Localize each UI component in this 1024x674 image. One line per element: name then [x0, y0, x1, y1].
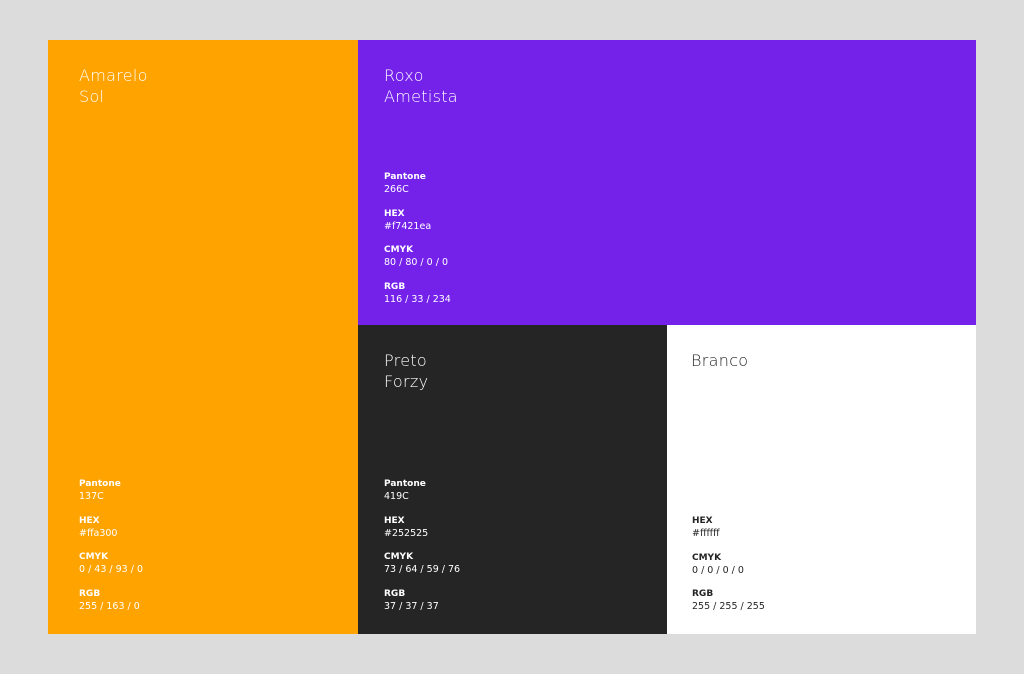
swatch-roxo-ametista: Roxo Ametista Pantone 266C HEX #f7421ea … — [358, 40, 976, 325]
spec-value: 0 / 43 / 93 / 0 — [79, 564, 143, 575]
swatch-name: Amarelo Sol — [79, 65, 148, 107]
spec-value: 255 / 255 / 255 — [692, 601, 765, 612]
spec-label: RGB — [384, 281, 406, 292]
spec-rgb: RGB 116 / 33 / 234 — [384, 281, 451, 318]
swatch-specs: HEX #ffffff CMYK 0 / 0 / 0 / 0 RGB 255 /… — [692, 515, 765, 625]
swatch-name: Preto Forzy — [384, 350, 428, 392]
spec-value: 137C — [79, 491, 104, 502]
swatch-name-line2: Forzy — [384, 372, 429, 391]
swatch-preto-forzy: Preto Forzy Pantone 419C HEX #252525 CMY… — [358, 325, 667, 634]
spec-value: 73 / 64 / 59 / 76 — [384, 564, 461, 575]
swatch-name: Roxo Ametista — [384, 65, 458, 107]
swatch-specs: Pantone 266C HEX #f7421ea CMYK 80 / 80 /… — [384, 171, 451, 317]
spec-rgb: RGB 37 / 37 / 37 — [384, 588, 460, 625]
swatch-specs: Pantone 419C HEX #252525 CMYK 73 / 64 / … — [384, 478, 460, 624]
spec-value: #252525 — [384, 527, 429, 539]
swatch-name-line2: Sol — [79, 87, 105, 106]
spec-cmyk: CMYK 0 / 0 / 0 / 0 — [692, 552, 765, 589]
swatch-branco: Branco HEX #ffffff CMYK 0 / 0 / 0 / 0 RG… — [667, 325, 976, 634]
spec-hex: HEX #ffa300 — [79, 515, 143, 552]
spec-label: CMYK — [79, 552, 109, 562]
swatch-amarelo-sol: Amarelo Sol Pantone 137C HEX #ffa300 CMY… — [48, 40, 358, 634]
spec-cmyk: CMYK 0 / 43 / 93 / 0 — [79, 551, 143, 588]
spec-rgb: RGB 255 / 255 / 255 — [692, 588, 765, 625]
spec-hex: HEX #252525 — [384, 515, 460, 552]
swatch-name-line1: Roxo — [384, 66, 424, 85]
spec-label: CMYK — [384, 245, 414, 255]
spec-value: 0 / 0 / 0 / 0 — [692, 564, 744, 576]
spec-label: RGB — [79, 588, 101, 599]
swatch-name-line1: Preto — [384, 351, 427, 370]
swatch-name: Branco — [691, 350, 748, 371]
spec-pantone: Pantone 137C — [79, 478, 143, 515]
spec-hex: HEX #f7421ea — [384, 208, 451, 245]
spec-label: RGB — [384, 588, 406, 599]
spec-value: 37 / 37 / 37 — [384, 600, 439, 612]
spec-pantone: Pantone 419C — [384, 478, 460, 515]
spec-value: 266C — [384, 184, 409, 195]
spec-label: HEX — [384, 208, 405, 219]
spec-value: #f7421ea — [384, 220, 432, 232]
spec-cmyk: CMYK 80 / 80 / 0 / 0 — [384, 244, 451, 281]
spec-label: HEX — [692, 516, 713, 526]
swatch-name-line1: Branco — [691, 351, 749, 370]
spec-value: #ffa300 — [79, 527, 118, 539]
swatch-name-line1: Amarelo — [79, 66, 148, 85]
spec-value: 419C — [384, 491, 409, 502]
spec-cmyk: CMYK 73 / 64 / 59 / 76 — [384, 551, 460, 588]
spec-label: Pantone — [384, 172, 426, 182]
spec-label: RGB — [692, 589, 714, 599]
spec-hex: HEX #ffffff — [692, 515, 765, 552]
spec-label: HEX — [79, 515, 100, 526]
spec-value: 80 / 80 / 0 / 0 — [384, 257, 448, 268]
color-palette-board: Amarelo Sol Pantone 137C HEX #ffa300 CMY… — [48, 40, 976, 634]
spec-value: 116 / 33 / 234 — [384, 293, 451, 305]
spec-rgb: RGB 255 / 163 / 0 — [79, 588, 143, 625]
spec-pantone: Pantone 266C — [384, 171, 451, 208]
swatch-name-line2: Ametista — [384, 87, 458, 106]
spec-label: CMYK — [692, 552, 722, 563]
spec-label: HEX — [384, 515, 405, 526]
spec-value: #ffffff — [692, 528, 720, 539]
spec-label: CMYK — [384, 552, 414, 562]
spec-label: Pantone — [79, 479, 121, 489]
spec-value: 255 / 163 / 0 — [79, 600, 140, 612]
swatch-specs: Pantone 137C HEX #ffa300 CMYK 0 / 43 / 9… — [79, 478, 143, 624]
spec-label: Pantone — [384, 479, 426, 489]
